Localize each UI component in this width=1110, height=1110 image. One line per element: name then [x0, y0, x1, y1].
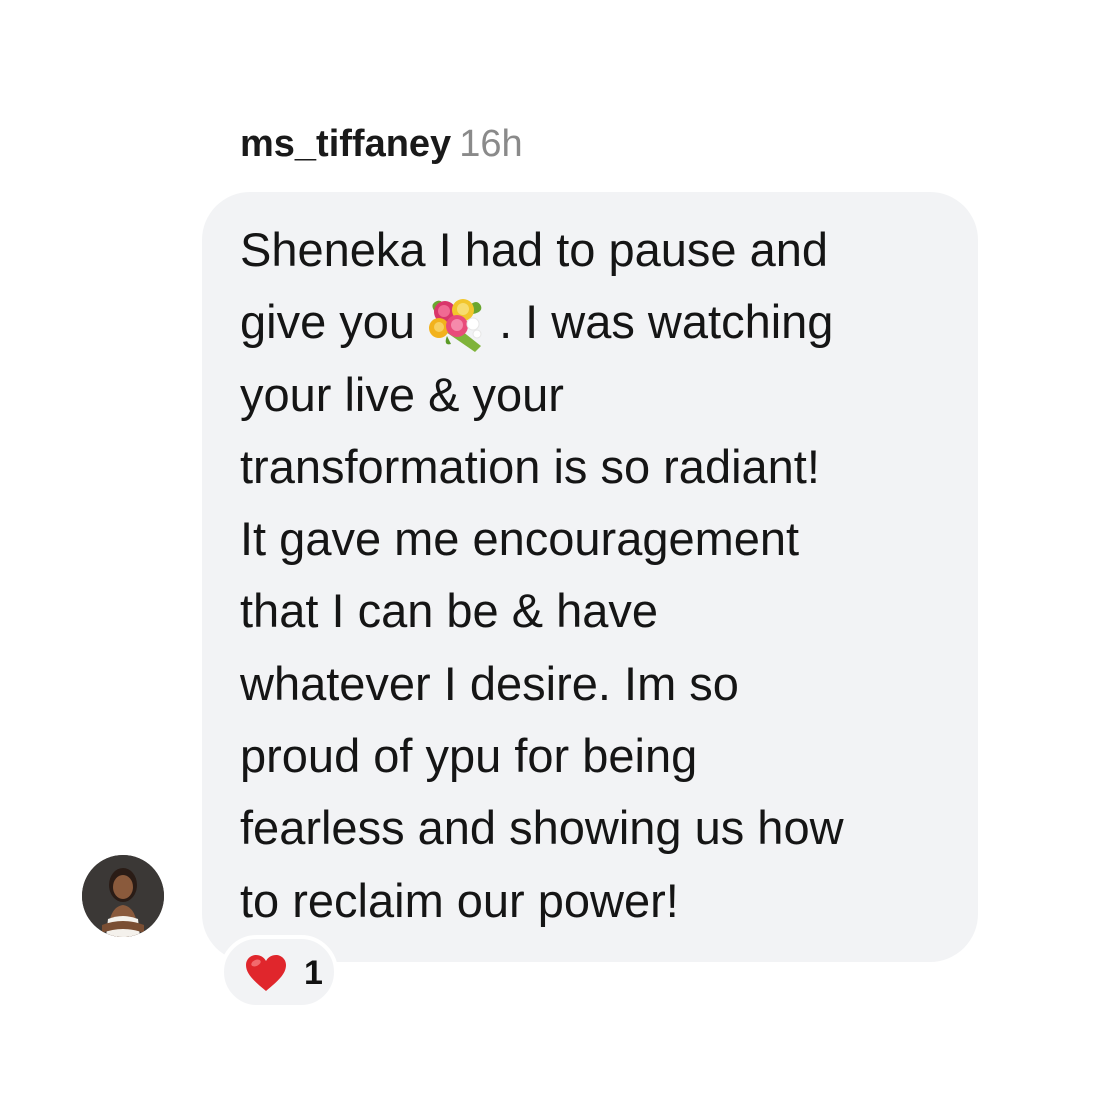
message-text-part-2: . I was watching your live & your transf… — [240, 295, 844, 927]
comment-header: ms_tiffaney 16h — [240, 118, 523, 170]
timestamp: 16h — [459, 123, 523, 165]
message-bubble[interactable]: Sheneka I had to pause and give you . I … — [202, 192, 978, 962]
bouquet-icon — [429, 298, 482, 352]
reaction-count: 1 — [304, 954, 323, 992]
avatar[interactable] — [82, 855, 164, 937]
avatar-photo — [82, 855, 164, 937]
username[interactable]: ms_tiffaney — [240, 123, 451, 165]
message-text: Sheneka I had to pause and give you . I … — [240, 214, 940, 937]
heart-icon — [246, 955, 286, 991]
reaction-pill[interactable]: 1 — [220, 935, 338, 1009]
